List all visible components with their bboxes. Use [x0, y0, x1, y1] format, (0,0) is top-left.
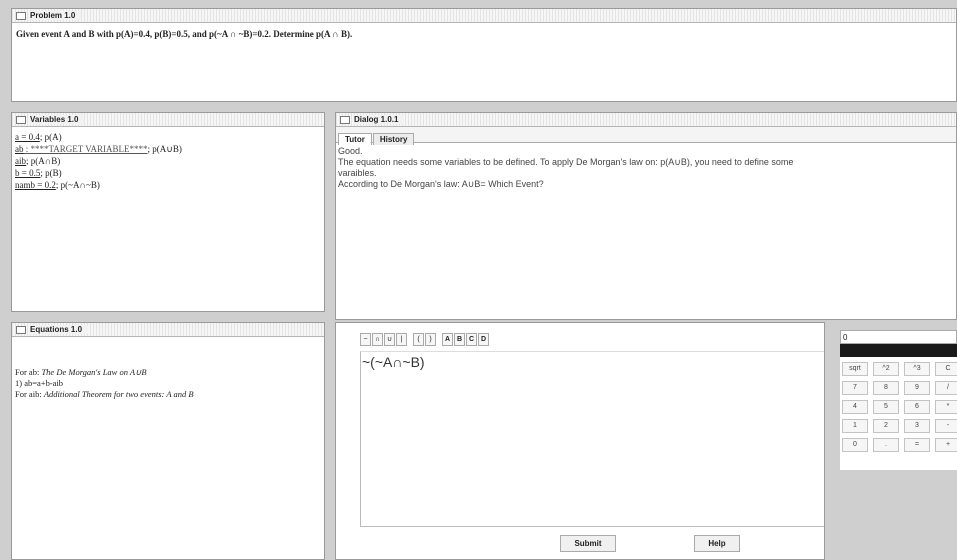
- submit-button[interactable]: Submit: [560, 535, 616, 552]
- tab-history[interactable]: History: [372, 133, 415, 145]
- dialog-title: Dialog 1.0.1: [354, 115, 405, 124]
- calc-key-add[interactable]: +: [935, 438, 957, 452]
- calc-key-5[interactable]: 5: [873, 400, 899, 414]
- equation-prefix: For ab:: [15, 367, 42, 377]
- calc-key-divide[interactable]: /: [935, 381, 957, 395]
- equations-list: For ab: The De Morgan's Law on A∪B 1) ab…: [12, 337, 324, 400]
- equation-law: Additional Theorem for two events: A and…: [43, 389, 194, 399]
- calc-key-multiply[interactable]: *: [935, 400, 957, 414]
- expression-editor[interactable]: ~(~A∩~B): [360, 351, 824, 527]
- variable-name[interactable]: namb = 0.2: [15, 180, 56, 190]
- equation-law: The De Morgan's Law on A∪B: [41, 367, 147, 377]
- equations-panel: Equations 1.0 For ab: The De Morgan's La…: [11, 322, 325, 560]
- equation-prefix: For aib:: [15, 389, 44, 399]
- calc-key-7[interactable]: 7: [842, 381, 868, 395]
- equation-line: For ab: The De Morgan's Law on A∪B: [15, 367, 321, 378]
- calc-key-sqrt[interactable]: sqrt: [842, 362, 868, 376]
- editor-panel: ~ ∩ ∪ | ( ) A B C D ~(~A∩~B) Submit Help: [335, 322, 825, 560]
- problem-title: Problem 1.0: [30, 11, 82, 20]
- window-icon: [16, 326, 26, 334]
- window-icon: [340, 116, 350, 124]
- variable-desc: ; p(B): [40, 168, 62, 178]
- equations-title: Equations 1.0: [30, 325, 89, 334]
- calculator-display: 0: [840, 330, 957, 344]
- calc-key-subtract[interactable]: -: [935, 419, 957, 433]
- problem-panel: Problem 1.0 Given event A and B with p(A…: [11, 8, 957, 102]
- not-symbol-button[interactable]: ~: [360, 333, 371, 346]
- calculator-memory-bar: [840, 344, 957, 357]
- dialog-panel: Dialog 1.0.1 Tutor History Good. The equa…: [335, 112, 957, 320]
- expression-text[interactable]: ~(~A∩~B): [361, 352, 824, 370]
- equation-line: For aib: Additional Theorem for two even…: [15, 389, 321, 400]
- dialog-line: According to De Morgan's law: A∪B= Which…: [338, 179, 544, 189]
- calc-key-4[interactable]: 4: [842, 400, 868, 414]
- calc-key-0[interactable]: 0: [842, 438, 868, 452]
- calc-key-cube[interactable]: ^3: [904, 362, 930, 376]
- calc-key-9[interactable]: 9: [904, 381, 930, 395]
- dialog-line: varaibles.: [338, 168, 377, 178]
- window-icon: [16, 116, 26, 124]
- variable-desc: ; p(A): [39, 132, 62, 142]
- equation-formula[interactable]: 1) ab=a+b-aib: [15, 378, 63, 388]
- dialog-tabs: Tutor History: [336, 127, 956, 145]
- variables-title: Variables 1.0: [30, 115, 85, 124]
- dialog-message: Good. The equation needs some variables …: [336, 143, 956, 193]
- help-button[interactable]: Help: [694, 535, 740, 552]
- variables-list: a = 0.4; p(A) ab : ****TARGET VARIABLE**…: [12, 127, 324, 195]
- event-b-button[interactable]: B: [454, 333, 465, 346]
- variables-titlebar[interactable]: Variables 1.0: [12, 113, 324, 127]
- variable-desc: ; p(A∩B): [26, 156, 61, 166]
- problem-text: Given event A and B with p(A)=0.4, p(B)=…: [16, 29, 353, 39]
- variable-row[interactable]: a = 0.4; p(A): [15, 131, 321, 143]
- event-a-button[interactable]: A: [442, 333, 453, 346]
- toolbar-gap: [408, 333, 412, 349]
- variable-name[interactable]: b = 0.5: [15, 168, 40, 178]
- dialog-line: The equation needs some variables to be …: [338, 157, 794, 167]
- variable-row[interactable]: ab : ****TARGET VARIABLE****; p(A∪B): [15, 143, 321, 155]
- variable-row[interactable]: b = 0.5; p(B): [15, 167, 321, 179]
- equation-line[interactable]: 1) ab=a+b-aib: [15, 378, 321, 389]
- calc-key-8[interactable]: 8: [873, 381, 899, 395]
- variable-row[interactable]: namb = 0.2; p(~A∩~B): [15, 179, 321, 191]
- open-paren-button[interactable]: (: [413, 333, 424, 346]
- variable-desc: ; p(A∪B): [147, 144, 182, 154]
- tab-tutor[interactable]: Tutor: [338, 133, 372, 145]
- window-icon: [16, 12, 26, 20]
- equations-titlebar[interactable]: Equations 1.0: [12, 323, 324, 337]
- calculator-keypad: sqrt ^2 ^3 C 7 8 9 / 4 5 6 * 1 2 3 - 0 .…: [840, 357, 957, 452]
- close-paren-button[interactable]: ): [425, 333, 436, 346]
- dialog-titlebar[interactable]: Dialog 1.0.1: [336, 113, 956, 127]
- calc-key-3[interactable]: 3: [904, 419, 930, 433]
- variable-row[interactable]: aib; p(A∩B): [15, 155, 321, 167]
- dialog-line: Good.: [338, 146, 363, 156]
- calc-key-clear[interactable]: C: [935, 362, 957, 376]
- calc-key-decimal[interactable]: .: [873, 438, 899, 452]
- calculator: 0 sqrt ^2 ^3 C 7 8 9 / 4 5 6 * 1 2 3 - 0…: [840, 330, 957, 470]
- variables-panel: Variables 1.0 a = 0.4; p(A) ab : ****TAR…: [11, 112, 325, 312]
- symbol-toolbar: ~ ∩ ∪ | ( ) A B C D: [360, 333, 489, 349]
- variable-name[interactable]: aib: [15, 156, 26, 166]
- variable-name[interactable]: ab: [15, 144, 24, 154]
- calc-key-6[interactable]: 6: [904, 400, 930, 414]
- calc-key-square[interactable]: ^2: [873, 362, 899, 376]
- variable-value: : ****TARGET VARIABLE****: [23, 144, 148, 154]
- event-d-button[interactable]: D: [478, 333, 489, 346]
- problem-titlebar[interactable]: Problem 1.0: [12, 9, 956, 23]
- union-symbol-button[interactable]: ∪: [384, 333, 395, 346]
- variable-name[interactable]: a = 0.4: [15, 132, 40, 142]
- calc-key-1[interactable]: 1: [842, 419, 868, 433]
- calc-key-equals[interactable]: =: [904, 438, 930, 452]
- given-symbol-button[interactable]: |: [396, 333, 407, 346]
- calc-key-2[interactable]: 2: [873, 419, 899, 433]
- variable-desc: ; p(~A∩~B): [55, 180, 100, 190]
- intersection-symbol-button[interactable]: ∩: [372, 333, 383, 346]
- toolbar-gap: [437, 333, 441, 349]
- event-c-button[interactable]: C: [466, 333, 477, 346]
